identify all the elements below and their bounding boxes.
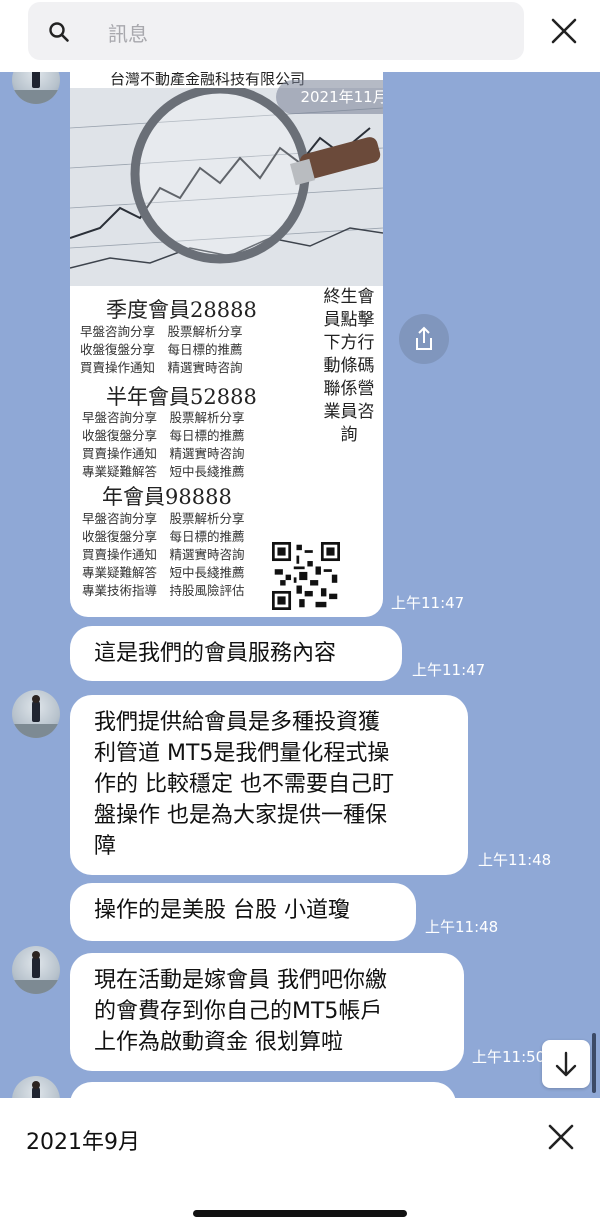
close-icon[interactable]: [549, 16, 579, 46]
avatar[interactable]: [12, 690, 60, 738]
avatar[interactable]: [12, 1076, 60, 1098]
stock-chart-image: [70, 84, 383, 286]
chat-area[interactable]: 台灣不動產金融科技有限公司 2021年11月19日 五 季度會員28888 早: [0, 58, 600, 1098]
tier-title: 季度會員28888: [106, 298, 257, 322]
date-pill: 2021年11月19日 五: [276, 80, 383, 114]
arrow-down-icon: [555, 1051, 577, 1077]
message-text: 操作的是美股 台股 小道瓊: [94, 898, 350, 923]
tier-features: 早盤咨詢分享 股票解析分享 收盤復盤分享 每日標的推薦 買賣操作通知 精選實時咨…: [82, 410, 245, 479]
scroll-down-button[interactable]: [542, 1040, 590, 1088]
message-time: 上午11:50: [472, 1048, 546, 1066]
tier-features: 早盤咨詢分享 股票解析分享 收盤復盤分享 每日標的推薦 買賣操作通知 精選實時咨…: [82, 511, 245, 598]
message-text: 這是我們的會員服務內容: [94, 641, 337, 666]
image-message[interactable]: 台灣不動產金融科技有限公司 2021年11月19日 五 季度會員28888 早: [70, 58, 383, 617]
home-indicator: [193, 1210, 407, 1217]
search-icon: [49, 22, 69, 42]
tier-features: 早盤咨詢分享 股票解析分享 收盤復盤分享 每日標的推薦 買賣操作通知 精選實時咨…: [80, 324, 243, 375]
tier-title: 年會員98888: [102, 485, 232, 509]
qr-code-icon[interactable]: [272, 542, 340, 610]
search-placeholder: 訊息: [108, 22, 148, 46]
tier-title: 半年會員52888: [106, 385, 257, 409]
magnifier-image: [70, 84, 383, 286]
message-text: 我們提供給會員是多種投資獲 利管道 MT5是我們量化程式操 作的 比較穩定 也不…: [94, 710, 394, 859]
share-icon: [416, 326, 432, 350]
message-time: 上午11:47: [412, 661, 486, 679]
message-time: 上午11:48: [425, 918, 499, 936]
bottom-bar: 2021年9月: [0, 1098, 600, 1229]
message-bubble[interactable]: 這是我們的會員服務內容: [70, 626, 402, 681]
message-bubble[interactable]: 現在活動是嫁會員 我們吧你繳 的會費存到你自己的MT5帳戶 上作為啟動資金 很划…: [70, 953, 464, 1071]
message-bubble[interactable]: 操作的是美股 台股 小道瓊: [70, 883, 416, 941]
avatar[interactable]: [12, 946, 60, 994]
message-time: 上午11:48: [478, 851, 552, 869]
pricing-table: 季度會員28888 早盤咨詢分享 股票解析分享 收盤復盤分享 每日標的推薦 買賣…: [70, 286, 383, 617]
month-label: 2021年9月: [26, 1130, 140, 1155]
scrollbar[interactable]: [592, 1033, 596, 1093]
close-icon[interactable]: [546, 1122, 576, 1152]
lifetime-member-note: 終生會員點擊下方行動條碼聯係營業員咨詢: [323, 287, 375, 445]
message-bubble[interactable]: [70, 1082, 456, 1098]
top-bar: 訊息: [0, 0, 600, 72]
message-bubble[interactable]: 我們提供給會員是多種投資獲 利管道 MT5是我們量化程式操 作的 比較穩定 也不…: [70, 695, 468, 875]
share-button[interactable]: [399, 314, 449, 364]
message-time: 上午11:47: [391, 594, 465, 612]
message-text: 現在活動是嫁會員 我們吧你繳 的會費存到你自己的MT5帳戶 上作為啟動資金 很划…: [94, 968, 387, 1055]
search-input[interactable]: 訊息: [28, 2, 524, 60]
